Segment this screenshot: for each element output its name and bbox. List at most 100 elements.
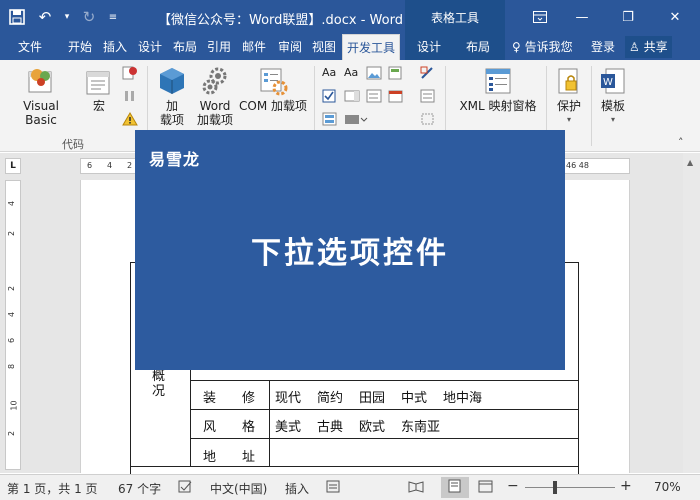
redo-icon[interactable]: ↻ [78, 6, 100, 28]
tab-table-design[interactable]: 设计 [417, 34, 441, 60]
person-icon: ♙ [629, 40, 640, 54]
tab-insert[interactable]: 插入 [103, 34, 127, 60]
undo-dropdown-icon[interactable]: ▾ [62, 6, 72, 28]
title-overlay-banner: 易雪龙 下拉选项控件 [135, 130, 565, 370]
combo-box-control-icon[interactable] [344, 89, 360, 103]
decor-option[interactable]: 地中海 [443, 387, 482, 406]
word-count[interactable]: 67 个字 [118, 480, 161, 497]
status-bar: 第 1 页，共 1 页 67 个字 中文(中国) 插入 − + 70% [0, 474, 700, 500]
language-indicator[interactable]: 中文(中国) [210, 480, 267, 497]
tab-file[interactable]: 文件 [18, 34, 42, 60]
customize-qat-icon[interactable]: ≡ [106, 6, 120, 28]
decor-option[interactable]: 中式 [401, 387, 427, 406]
tab-design[interactable]: 设计 [138, 34, 162, 60]
tell-me-search[interactable]: ♀ 告诉我您 [512, 34, 573, 60]
address-label: 地 址 [203, 450, 256, 465]
repeating-section-icon[interactable] [322, 112, 338, 126]
insert-mode[interactable]: 插入 [285, 480, 309, 497]
tab-table-layout[interactable]: 布局 [466, 34, 490, 60]
vertical-ruler[interactable]: 4 2 2 4 6 8 10 2 [5, 180, 21, 470]
word-addins-button[interactable]: Word 加载项 [195, 66, 235, 127]
vertical-scrollbar[interactable]: ▲ [683, 153, 700, 473]
decor-option[interactable]: 简约 [317, 387, 343, 406]
minimize-button[interactable]: — [562, 0, 602, 34]
undo-icon[interactable]: ↶ [34, 6, 56, 28]
tab-review[interactable]: 审阅 [278, 34, 302, 60]
com-addins-icon [258, 66, 288, 96]
macro-security-icon[interactable] [122, 112, 138, 126]
design-mode-icon[interactable] [420, 66, 436, 80]
plain-text-control-icon[interactable]: Aa [344, 66, 364, 80]
close-button[interactable]: ✕ [655, 0, 695, 34]
save-icon[interactable] [6, 6, 28, 28]
dropdown-list-control-icon[interactable] [366, 89, 382, 103]
share-button[interactable]: ♙ 共享 [625, 36, 672, 58]
macros-button[interactable]: 宏 [82, 66, 116, 113]
group-control-icon[interactable] [420, 112, 436, 126]
xml-mapping-pane-button[interactable]: XML 映射窗格 [455, 66, 541, 113]
tab-home[interactable]: 开始 [68, 34, 92, 60]
page-count[interactable]: 第 1 页，共 1 页 [7, 480, 98, 497]
com-addins-label: COM 加载项 [239, 99, 307, 113]
style-option[interactable]: 美式 [275, 416, 301, 435]
addins-button[interactable]: 加 载项 [155, 66, 189, 127]
tab-mailings[interactable]: 邮件 [242, 34, 266, 60]
template-button[interactable]: W 模板 ▾ [596, 66, 630, 127]
word-addins-label-line1: Word [199, 99, 231, 113]
sign-in-link[interactable]: 登录 [591, 34, 615, 60]
proofing-icon[interactable] [178, 480, 194, 496]
decor-option[interactable]: 田园 [359, 387, 385, 406]
com-addins-button[interactable]: COM 加载项 [237, 66, 309, 113]
table-tools-header: 表格工具 [405, 0, 505, 34]
macros-label: 宏 [92, 99, 105, 113]
style-option[interactable]: 欧式 [359, 416, 385, 435]
macro-recording-icon[interactable] [326, 480, 342, 496]
title-bar: ↶ ▾ ↻ ≡ 【微信公众号：Word联盟】.docx - Word 表格工具 … [0, 0, 700, 34]
decor-option[interactable]: 现代 [275, 387, 301, 406]
visual-basic-button[interactable]: Visual Basic [6, 66, 76, 127]
ruler-tick: 2 [127, 161, 133, 170]
zoom-out-button[interactable]: − [507, 478, 519, 494]
protect-button[interactable]: 保护 ▾ [552, 66, 586, 127]
tab-selector[interactable]: L [5, 158, 21, 174]
collapse-ribbon-icon[interactable]: ˄ [678, 136, 694, 150]
rich-text-control-icon[interactable]: Aa [322, 66, 342, 80]
style-option[interactable]: 古典 [317, 416, 343, 435]
ribbon-display-icon[interactable] [520, 0, 560, 34]
restore-button[interactable]: ❐ [608, 0, 648, 34]
gears-icon [200, 66, 230, 96]
ruler-tick: 6 [7, 337, 17, 344]
legacy-tools-icon[interactable] [344, 112, 368, 126]
style-option[interactable]: 东南亚 [401, 416, 440, 435]
lightbulb-icon: ♀ [512, 40, 521, 54]
ruler-tick: 2 [7, 285, 17, 292]
visual-basic-icon [25, 66, 57, 96]
window-title: 【微信公众号：Word联盟】.docx - Word [158, 13, 403, 28]
tab-references[interactable]: 引用 [207, 34, 231, 60]
picture-control-icon[interactable] [366, 66, 382, 80]
ribbon-tabs: 文件 开始 插入 设计 布局 引用 邮件 审阅 视图 开发工具 设计 布局 ♀ … [0, 34, 700, 60]
record-macro-icon[interactable] [122, 66, 138, 80]
read-mode-icon[interactable] [408, 480, 424, 496]
group-label-code: 代码 [62, 138, 84, 151]
banner-title: 下拉选项控件 [251, 236, 449, 271]
zoom-level[interactable]: 70% [654, 480, 681, 494]
zoom-slider-thumb[interactable] [553, 481, 557, 494]
zoom-slider[interactable] [525, 487, 615, 488]
addins-label-line1: 加 [165, 99, 178, 113]
building-block-control-icon[interactable] [388, 66, 404, 80]
print-layout-icon[interactable] [441, 477, 469, 498]
checkbox-control-icon[interactable] [322, 89, 338, 103]
zoom-in-button[interactable]: + [620, 478, 632, 494]
svg-text:W: W [603, 77, 613, 88]
macros-icon [85, 66, 113, 96]
properties-icon[interactable] [420, 89, 436, 103]
pause-recording-icon[interactable] [122, 89, 138, 103]
style-label: 风 格 [203, 420, 256, 435]
date-picker-control-icon[interactable] [388, 89, 404, 103]
tab-view[interactable]: 视图 [312, 34, 336, 60]
tab-developer[interactable]: 开发工具 [342, 34, 401, 60]
web-layout-icon[interactable] [478, 480, 494, 496]
scroll-up-icon[interactable]: ▲ [687, 158, 693, 167]
tab-layout[interactable]: 布局 [173, 34, 197, 60]
